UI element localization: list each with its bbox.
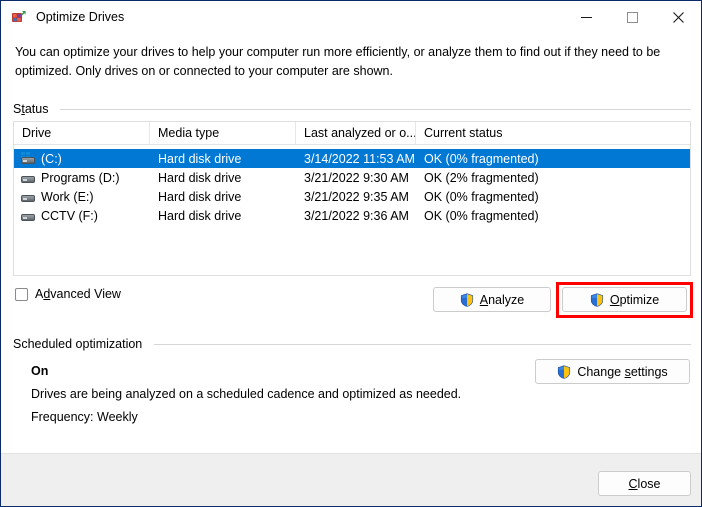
analyze-button-label: Analyze	[479, 292, 525, 307]
drives-list-body: (C:) Hard disk drive 3/14/2022 11:53 AM …	[14, 145, 690, 225]
advanced-view-checkbox[interactable]: Advanced View	[15, 287, 121, 301]
hard-drive-icon	[20, 209, 36, 223]
drive-label: CCTV (F:)	[41, 208, 98, 223]
column-header-current-status[interactable]: Current status	[416, 122, 656, 144]
drive-label: Work (E:)	[41, 189, 94, 204]
cell-current-status: OK (0% fragmented)	[424, 208, 539, 223]
uac-shield-icon	[558, 364, 571, 379]
status-group-rule	[60, 108, 691, 110]
scheduled-group-header: Scheduled optimization	[13, 337, 691, 351]
advanced-view-label: Advanced View	[35, 287, 121, 301]
optimize-drives-icon	[11, 9, 27, 25]
close-button-label: Close	[628, 476, 661, 491]
column-header-media-type[interactable]: Media type	[150, 122, 296, 144]
optimize-drives-window: Optimize Drives You can optimize your dr…	[0, 0, 702, 507]
status-group-header: Status	[13, 102, 691, 116]
analyze-button[interactable]: Analyze	[433, 287, 551, 312]
window-controls	[563, 1, 701, 33]
scheduled-group-label: Scheduled optimization	[13, 337, 143, 351]
scheduled-state: On	[31, 364, 49, 378]
dialog-footer	[1, 453, 701, 506]
scheduled-group-rule	[154, 343, 691, 345]
cell-media-type: Hard disk drive	[158, 151, 242, 166]
column-header-drive[interactable]: Drive	[14, 122, 150, 144]
minimize-button[interactable]	[563, 1, 609, 33]
drive-label: Programs (D:)	[41, 170, 120, 185]
cell-last-analyzed: 3/14/2022 11:53 AM	[304, 151, 415, 166]
description-text: You can optimize your drives to help you…	[15, 45, 661, 78]
uac-shield-icon	[460, 292, 473, 307]
optimize-button[interactable]: Optimize	[562, 287, 687, 312]
cell-last-analyzed: 3/21/2022 9:30 AM	[304, 170, 409, 185]
cell-current-status: OK (0% fragmented)	[424, 151, 539, 166]
cell-current-status: OK (2% fragmented)	[424, 170, 539, 185]
scheduled-frequency: Frequency: Weekly	[31, 410, 138, 424]
maximize-button[interactable]	[609, 1, 655, 33]
scheduled-description: Drives are being analyzed on a scheduled…	[31, 387, 462, 401]
hard-drive-icon	[20, 171, 36, 185]
table-row[interactable]: (C:) Hard disk drive 3/14/2022 11:53 AM …	[14, 149, 690, 168]
table-row[interactable]: Programs (D:) Hard disk drive 3/21/2022 …	[14, 168, 690, 187]
drives-list-header: Drive Media type Last analyzed or o... C…	[14, 122, 690, 145]
cell-last-analyzed: 3/21/2022 9:35 AM	[304, 189, 409, 204]
column-header-last-analyzed[interactable]: Last analyzed or o...	[296, 122, 416, 144]
cell-drive: (C:)	[14, 151, 150, 166]
cell-drive: Work (E:)	[14, 190, 150, 204]
change-settings-label: Change settings	[577, 364, 668, 379]
close-dialog-button[interactable]: Close	[598, 471, 691, 496]
table-row[interactable]: Work (E:) Hard disk drive 3/21/2022 9:35…	[14, 187, 690, 206]
cell-last-analyzed: 3/21/2022 9:36 AM	[304, 208, 409, 223]
cell-media-type: Hard disk drive	[158, 170, 242, 185]
cell-drive: Programs (D:)	[14, 171, 150, 185]
drives-list[interactable]: Drive Media type Last analyzed or o... C…	[13, 121, 691, 276]
cell-media-type: Hard disk drive	[158, 189, 242, 204]
system-hard-drive-icon	[20, 151, 36, 166]
change-settings-button[interactable]: Change settings	[535, 359, 690, 384]
cell-drive: CCTV (F:)	[14, 209, 150, 223]
checkbox-box[interactable]	[15, 287, 28, 301]
drive-label: (C:)	[41, 151, 62, 166]
cell-current-status: OK (0% fragmented)	[424, 189, 539, 204]
uac-shield-icon	[590, 292, 603, 307]
close-button[interactable]	[655, 1, 701, 33]
title-bar[interactable]: Optimize Drives	[1, 1, 701, 33]
hard-drive-icon	[20, 190, 36, 204]
optimize-button-label: Optimize	[609, 292, 660, 307]
status-group-label: Status	[13, 102, 49, 116]
window-title: Optimize Drives	[36, 10, 125, 24]
table-row[interactable]: CCTV (F:) Hard disk drive 3/21/2022 9:36…	[14, 206, 690, 225]
cell-media-type: Hard disk drive	[158, 208, 242, 223]
